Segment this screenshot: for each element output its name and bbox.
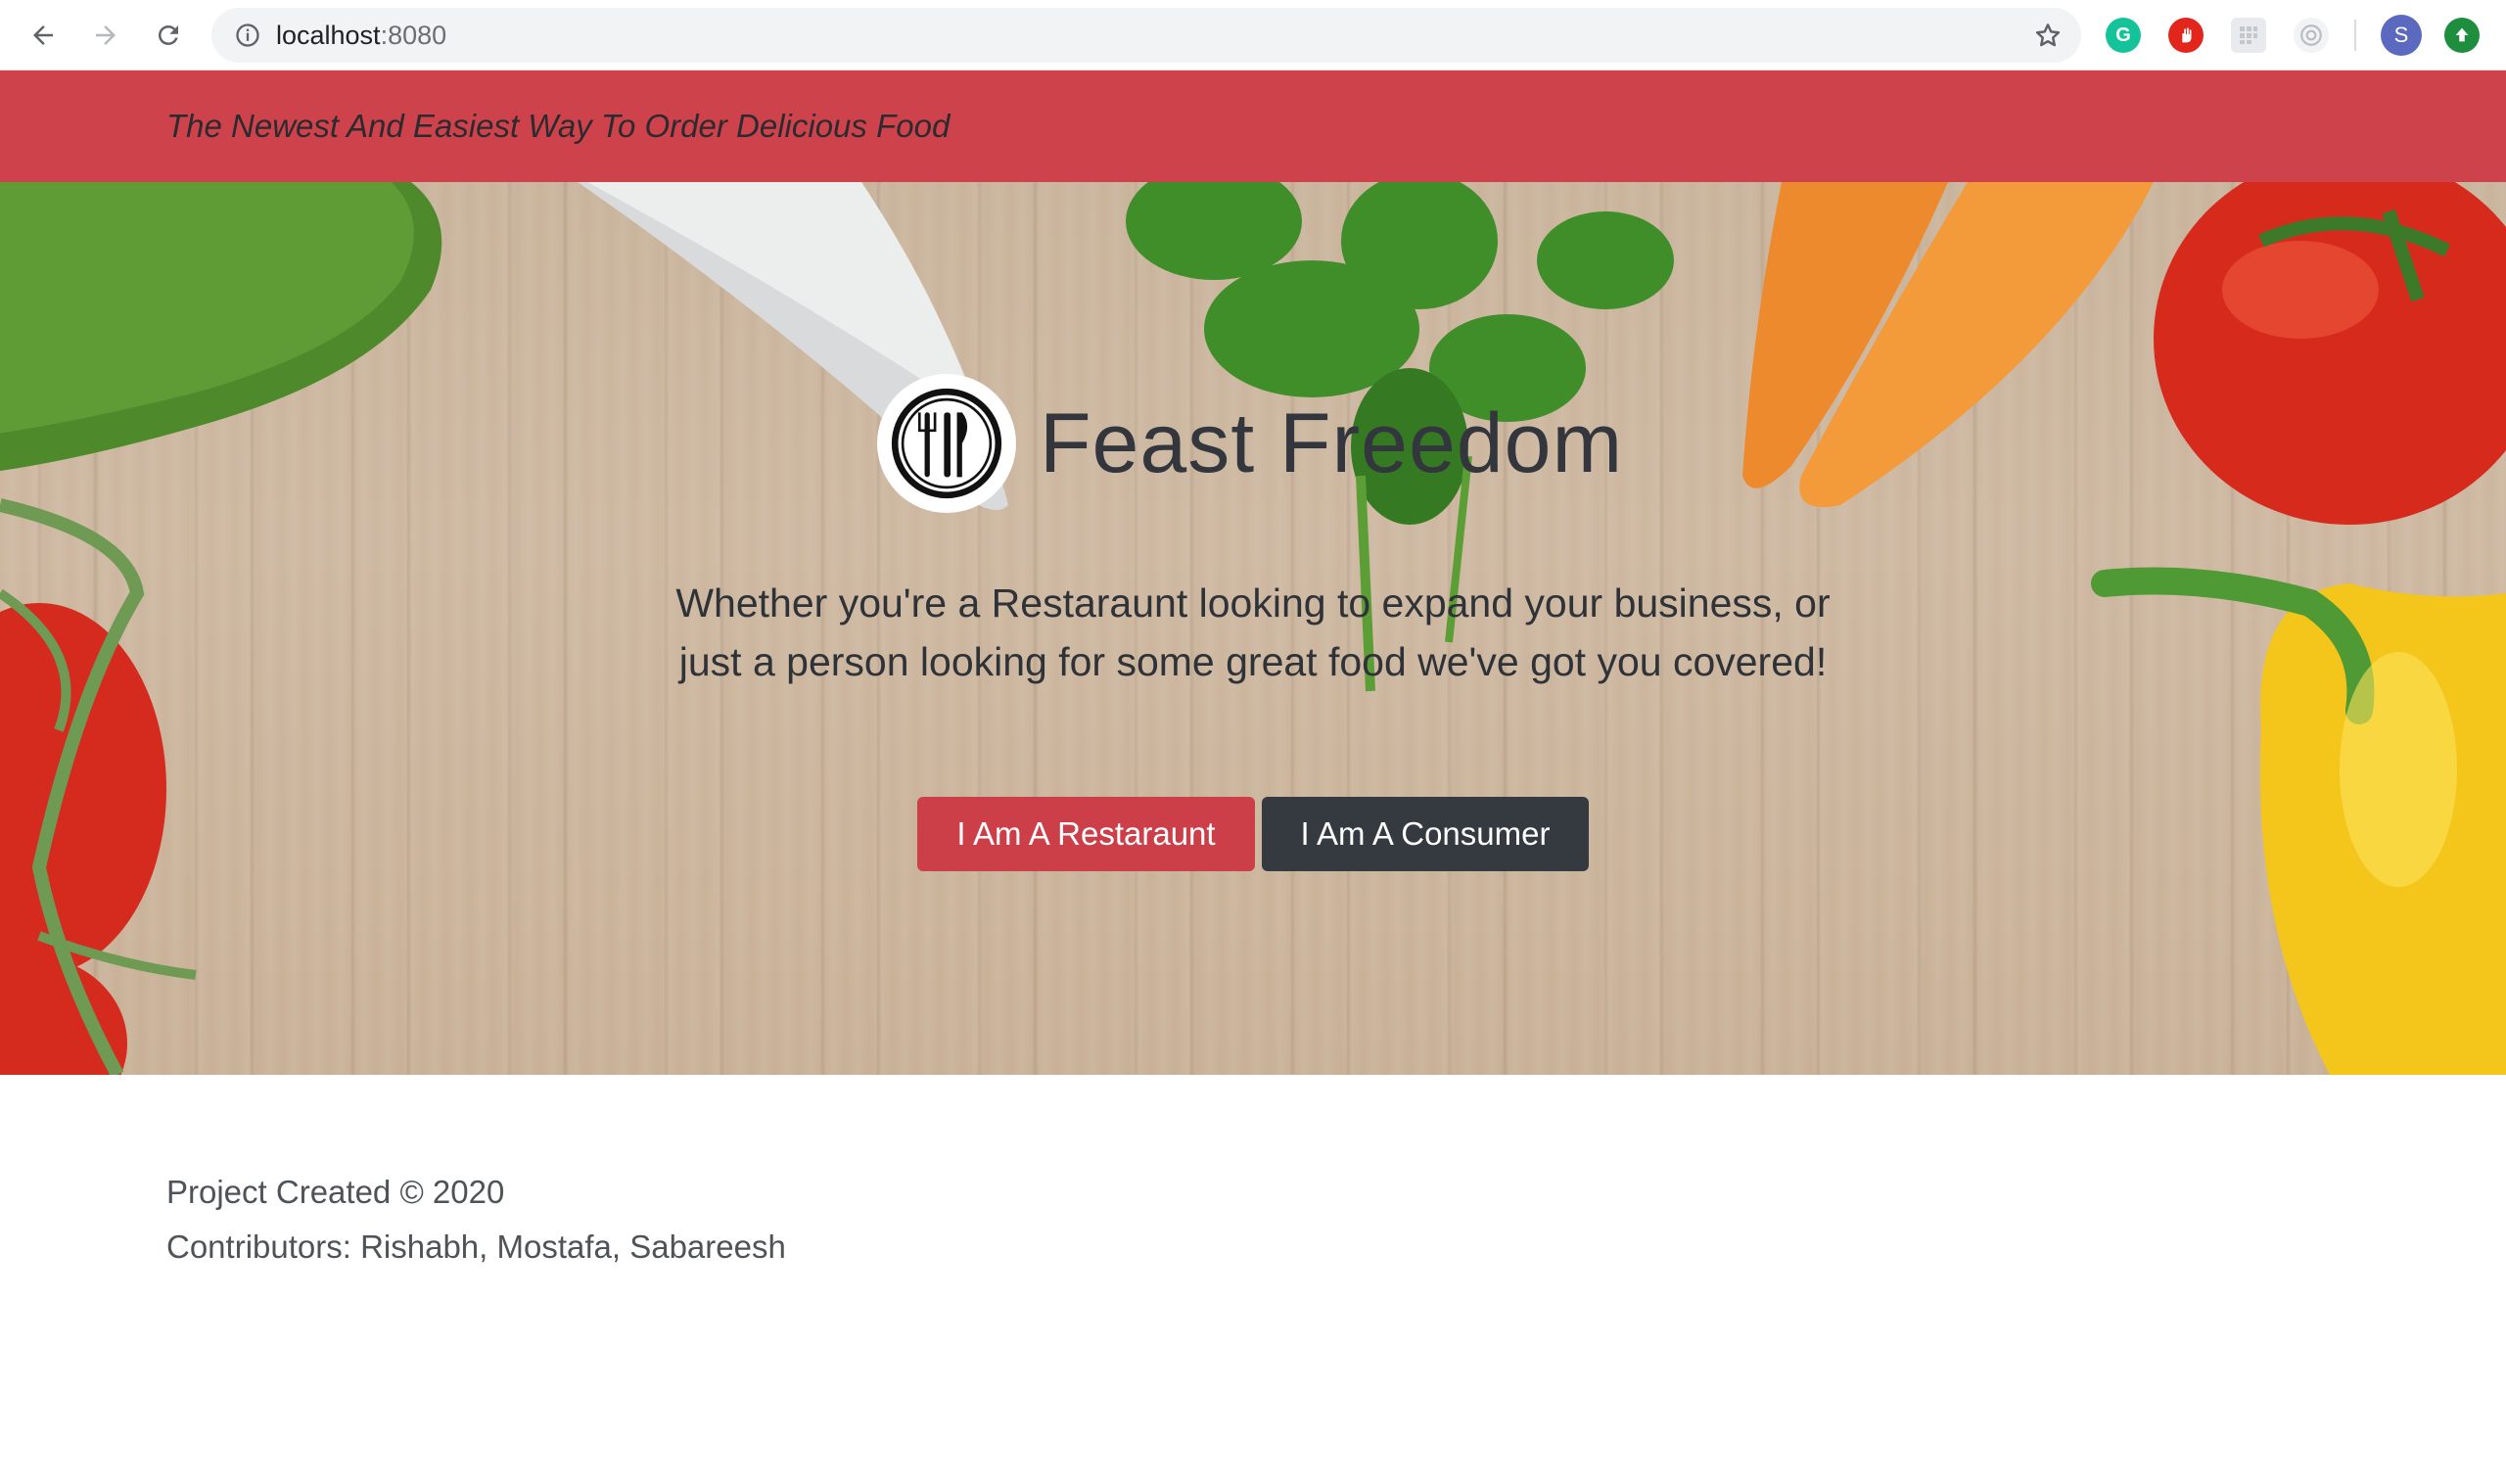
hero-button-row: I Am A Restaraunt I Am A Consumer [917,797,1589,871]
top-navbar: The Newest And Easiest Way To Order Deli… [0,70,2506,182]
back-button[interactable] [22,14,65,57]
navbar-tagline: The Newest And Easiest Way To Order Deli… [166,108,951,144]
back-icon [33,25,53,45]
footer-contributors: Contributors: Rishabh, Mostafa, Sabarees… [166,1229,786,1265]
url-port: :8080 [380,21,447,50]
info-icon[interactable] [233,21,262,50]
profile-avatar[interactable]: S [2381,15,2422,56]
footer: Project Created © 2020 Contributors: Ris… [166,1165,786,1275]
footer-copyright: Project Created © 2020 [166,1174,505,1210]
brand-row: Feast Freedom [877,370,1623,517]
adblock-icon[interactable] [2168,18,2204,53]
hero-description: Whether you're a Restaraunt looking to e… [675,580,1831,684]
restaurant-button[interactable]: I Am A Restaraunt [917,797,1255,871]
star-icon[interactable] [2032,20,2064,51]
url-text[interactable]: localhost:8080 [276,8,446,63]
address-bar[interactable]: localhost:8080 [211,8,2081,63]
reload-button[interactable] [147,14,190,57]
forward-icon [96,25,116,45]
camera-extension-icon[interactable] [2294,18,2329,53]
consumer-button[interactable]: I Am A Consumer [1262,797,1589,871]
reload-icon [158,24,178,45]
forward-button[interactable] [84,14,127,57]
browser-toolbar: localhost:8080 G S [0,0,2506,70]
hero-content: Feast Freedom Whether you're a Restaraun… [0,182,2506,1075]
grammarly-icon[interactable]: G [2106,18,2141,53]
url-host: localhost [276,21,381,50]
update-icon[interactable] [2444,18,2480,53]
brand-title: Feast Freedom [1040,395,1624,490]
hero-section: Feast Freedom Whether you're a Restaraun… [0,182,2506,1075]
extension-icon[interactable] [2231,18,2266,53]
toolbar-divider [2354,20,2356,51]
fork-knife-logo-icon [877,374,1016,513]
